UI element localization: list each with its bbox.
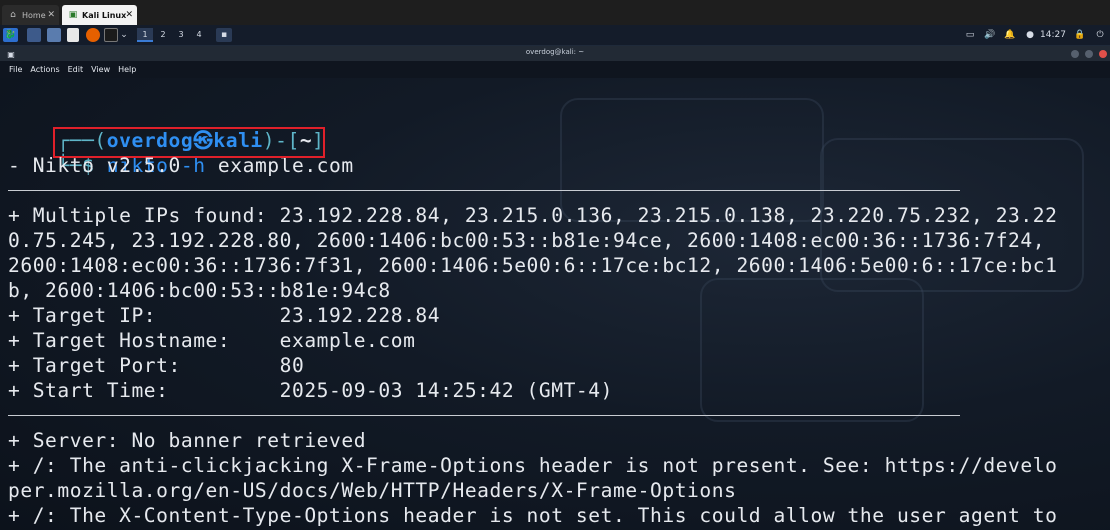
tab-label: Home — [22, 10, 46, 20]
output-line: + Multiple IPs found: 23.192.228.84, 23.… — [8, 204, 1058, 227]
close-icon[interactable]: ✕ — [125, 10, 133, 20]
terminal-output[interactable]: ┌──(overdog㉿kali)-[~] └─$ nikto -h examp… — [0, 78, 1110, 530]
volume-icon[interactable]: 🔊 — [984, 28, 996, 42]
clock[interactable]: 14:27 — [1040, 28, 1066, 42]
workspace-1[interactable]: 1 — [137, 28, 153, 42]
close-icon[interactable]: ✕ — [47, 10, 55, 20]
home-icon: ⌂ — [10, 10, 16, 20]
output-line: + /: The X-Content-Type-Options header i… — [8, 504, 1058, 527]
output-line: per.mozilla.org/en-US/docs/Web/HTTP/Head… — [8, 479, 737, 502]
workspace-2[interactable]: 2 — [155, 28, 171, 42]
close-button[interactable] — [1099, 50, 1107, 58]
firefox-icon[interactable] — [86, 28, 100, 42]
menu-file[interactable]: File — [9, 65, 22, 74]
menu-help[interactable]: Help — [118, 65, 136, 74]
menu-view[interactable]: View — [91, 65, 110, 74]
output-line: + Server: No banner retrieved — [8, 429, 367, 452]
output-line: + Target Port: 80 — [8, 354, 305, 377]
file-manager-icon[interactable] — [47, 28, 61, 42]
workspace-3[interactable]: 3 — [173, 28, 189, 42]
logout-icon[interactable]: ⏻ — [1094, 28, 1106, 42]
taskbar-terminal-icon[interactable]: ▪ — [216, 28, 232, 42]
desktop-icon[interactable] — [27, 28, 41, 42]
output-line: b, 2600:1406:bc00:53::b81e:94c8 — [8, 279, 391, 302]
output-line: + Start Time: 2025-09-03 14:25:42 (GMT-4… — [8, 379, 613, 402]
menu-edit[interactable]: Edit — [68, 65, 84, 74]
output-line: + /: The anti-clickjacking X-Frame-Optio… — [8, 454, 1058, 477]
maximize-button[interactable] — [1085, 50, 1093, 58]
power-manager-icon[interactable]: ● — [1024, 28, 1036, 42]
display-icon[interactable]: ▭ — [964, 28, 976, 42]
separator — [8, 415, 960, 416]
minimize-button[interactable] — [1071, 50, 1079, 58]
terminal-title-bar: ▣ overdog@kali: ~ — [0, 46, 1110, 61]
window-title: overdog@kali: ~ — [525, 48, 585, 56]
output-line: 0.75.245, 23.192.228.80, 2600:1406:bc00:… — [8, 229, 1046, 252]
browser-tab-bar: ⌂ Home ✕ ▣ Kali Linux ✕ — [0, 0, 1110, 25]
tab-label: Kali Linux — [82, 10, 127, 20]
workspace-4[interactable]: 4 — [191, 28, 207, 42]
output-line: - Nikto v2.5.0 — [8, 154, 181, 177]
menu-actions[interactable]: Actions — [30, 65, 59, 74]
vm-icon: ▣ — [68, 10, 78, 20]
text-editor-icon[interactable] — [67, 28, 79, 42]
chevron-down-icon[interactable]: ⌄ — [119, 28, 129, 42]
wallpaper-decoration — [700, 278, 924, 422]
output-line: 2600:1408:ec00:36::1736:7f31, 2600:1406:… — [8, 254, 1058, 277]
output-line: + Target IP: 23.192.228.84 — [8, 304, 441, 327]
output-line: + Target Hostname: example.com — [8, 329, 416, 352]
terminal-menubar: File Actions Edit View Help — [0, 61, 1110, 78]
lock-icon[interactable]: 🔒 — [1074, 28, 1086, 42]
kali-menu-icon[interactable]: 🐉 — [3, 28, 18, 42]
top-panel: 🐉 ⌄ 1 2 3 4 ▪ ▭ 🔊 🔔 ● 14:27 🔒 ⏻ — [0, 25, 1110, 46]
tab-home[interactable]: ⌂ Home ✕ — [2, 5, 59, 25]
separator — [8, 190, 960, 191]
terminal-icon[interactable] — [104, 28, 118, 42]
tab-kali-linux[interactable]: ▣ Kali Linux ✕ — [62, 5, 137, 25]
notification-bell-icon[interactable]: 🔔 — [1004, 28, 1016, 42]
